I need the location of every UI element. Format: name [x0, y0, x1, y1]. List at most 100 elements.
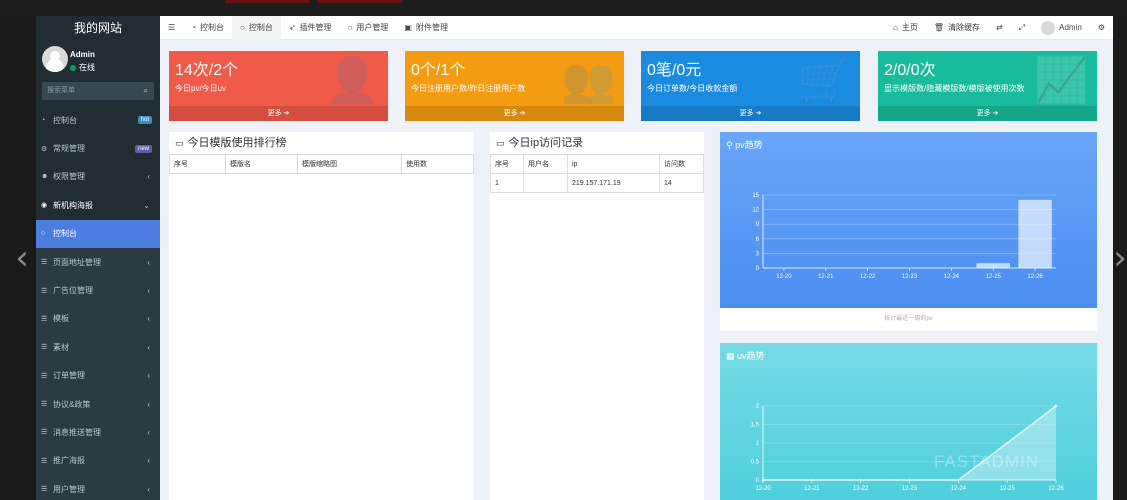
ip-log-panel: ▭ 今日ip访问记录 序号 用户名 ip 访问数 1 219.157.171.19…: [490, 132, 704, 500]
circle-icon: ○: [347, 23, 353, 32]
sidebar-item-poster[interactable]: ◉ 新机构海报 ⌄: [36, 191, 160, 219]
column-header: 访问数: [659, 154, 704, 174]
dashboard-icon: ◔: [41, 116, 46, 124]
home-icon: ⌂: [893, 23, 898, 32]
sidebar-item-auth[interactable]: ☻ 权限管理 ‹: [36, 163, 160, 191]
trash-icon: 🗑: [933, 23, 945, 32]
stat-templates: 📈 2/0/0次 显示模版数/隐藏模版数/模版被使用次数 更多 ➔: [878, 51, 1097, 121]
watermark: FASTADMIN: [934, 452, 1040, 471]
more-label: 更多: [267, 110, 282, 117]
dashboard-icon: ◔: [191, 23, 197, 32]
user-icon: 👤: [325, 56, 380, 105]
y-tick-label: 9: [756, 222, 760, 228]
chart-title: pv趋势: [735, 140, 763, 150]
stat-orders: 🛒 0笔/0元 今日订单数/今日收款金额 更多 ➔: [641, 51, 860, 121]
pv-chart-panel: 0 3 6 9 12 15 12-20 12-21 12-22 12-23 12-24 12-25 12…: [720, 132, 1097, 308]
language-icon[interactable]: ⇄: [988, 16, 1011, 40]
top-strip-tab: [225, 0, 309, 3]
stat-pv-uv: 👤 14次/2个 今日pv/今日uv 更多 ➔: [169, 51, 388, 121]
tab-label: 用户管理: [356, 23, 389, 32]
column-header: 使用数: [401, 154, 474, 174]
sidebar-item-dashboard[interactable]: ◔ 控制台 hot: [36, 106, 160, 134]
clear-cache-button[interactable]: 🗑 清除缓存: [926, 16, 988, 40]
area-chart-icon: 📈: [1034, 56, 1089, 105]
column-header: 模版名: [225, 154, 298, 174]
sidebar-item-policy[interactable]: ☰ 协议&政策 ‹: [36, 389, 160, 419]
sidebar-item-console[interactable]: ○ 控制台: [36, 219, 160, 248]
tab-label: 控制台: [248, 23, 273, 32]
sidebar-item-label: 协议&政策: [53, 399, 91, 409]
online-dot-icon: [70, 64, 76, 71]
sidebar-item-promo-poster[interactable]: ☰ 推广海报 ‹: [36, 446, 160, 476]
stat-value: 14次/2个: [175, 62, 239, 79]
circle-icon: ○: [240, 23, 245, 32]
x-tick-label: 12-25: [986, 274, 1002, 280]
group-icon: ☻: [41, 173, 49, 181]
menu-toggle-icon[interactable]: ☰: [160, 16, 183, 40]
sidebar-item-push[interactable]: ☰ 消息推送管理 ‹: [36, 418, 160, 447]
sidebar-item-material[interactable]: ☰ 素材 ‹: [36, 333, 160, 362]
chevron-left-icon: ‹: [147, 427, 150, 437]
sidebar-item-ad-slot[interactable]: ☰ 广告位管理 ‹: [36, 276, 160, 305]
globe-icon: ◉: [41, 202, 48, 210]
home-link[interactable]: ⌂ 主页: [885, 16, 926, 40]
tab-dashboard[interactable]: ◔ 控制台: [183, 16, 232, 40]
template-rank-panel: ▭ 今日模版使用排行榜 序号 模版名 模版缩略图 使用数: [169, 132, 474, 500]
sidebar-item-page-url[interactable]: ☰ 页面地址管理 ‹: [36, 247, 160, 277]
table-cell: 219.157.171.19: [567, 173, 660, 193]
ip-log-table: 序号 用户名 ip 访问数 1 219.157.171.19 14: [490, 154, 704, 193]
user-panel: Admin 在线: [36, 40, 160, 80]
sidebar-item-users[interactable]: ☰ 用户管理 ‹: [36, 475, 160, 500]
inbox-icon: ▭: [175, 138, 184, 148]
stat-more-link[interactable]: 更多 ➔: [878, 106, 1097, 121]
list-icon: ☰: [41, 486, 48, 494]
x-tick-label: 12-20: [776, 274, 792, 280]
search-icon[interactable]: ⌕: [144, 82, 148, 100]
sidebar: 我的网站 Admin 在线 搜索菜单 ⌕ ◔ 控制台 hot ⚙ 常规管理 new ☻ 权…: [36, 16, 160, 500]
settings-gear-icon[interactable]: ⚙: [1090, 16, 1113, 40]
table-row: 1 219.157.171.19 14: [490, 173, 704, 193]
column-header: 序号: [169, 154, 226, 174]
table-cell: 1: [490, 173, 524, 193]
top-strip-tab: [318, 0, 402, 3]
chevron-left-icon: ‹: [147, 172, 150, 182]
stat-more-link[interactable]: 更多 ➔: [641, 106, 860, 121]
prev-arrow-icon[interactable]: ‹: [10, 240, 34, 276]
data-point: [859, 478, 862, 482]
rocket-icon: ➶: [288, 23, 296, 32]
template-rank-table: 序号 模版名 模版缩略图 使用数: [169, 154, 474, 174]
list-icon: ☰: [41, 457, 48, 465]
x-tick-label: 12-23: [902, 274, 918, 280]
menu-search-input[interactable]: 搜索菜单 ⌕: [42, 82, 154, 100]
tab-label: 插件管理: [299, 23, 332, 32]
y-tick-label: 0: [756, 266, 760, 272]
fullscreen-icon[interactable]: ⤢: [1011, 16, 1033, 40]
sidebar-item-general[interactable]: ⚙ 常规管理 new: [36, 134, 160, 162]
y-tick-label: 12: [752, 208, 759, 214]
tab-plugins[interactable]: ➶ 插件管理: [281, 16, 340, 40]
stat-desc: 今日订单数/今日收款金额: [647, 84, 738, 93]
x-tick-label: 12-20: [755, 486, 771, 492]
x-tick-label: 12-23: [902, 486, 918, 492]
inbox-icon: ▭: [496, 138, 505, 148]
tab-console[interactable]: ○ 控制台: [232, 16, 281, 40]
tab-attachments[interactable]: ▣ 附件管理: [396, 16, 456, 40]
site-logo[interactable]: 我的网站: [36, 16, 160, 40]
search-placeholder: 搜索菜单: [47, 87, 75, 94]
data-point: [761, 478, 765, 482]
tab-users[interactable]: ○ 用户管理: [340, 16, 397, 40]
sidebar-item-label: 模板: [53, 314, 69, 324]
user-menu[interactable]: Admin: [1033, 16, 1090, 40]
sidebar-item-orders[interactable]: ☰ 订单管理 ‹: [36, 361, 160, 390]
column-header: 模版缩略图: [297, 154, 402, 174]
admin-window: 我的网站 Admin 在线 搜索菜单 ⌕ ◔ 控制台 hot ⚙ 常规管理 new ☻ 权…: [36, 16, 1113, 500]
stat-more-link[interactable]: 更多 ➔: [169, 106, 388, 121]
sidebar-item-label: 用户管理: [53, 484, 85, 494]
column-header: 序号: [490, 154, 524, 174]
y-tick-label: 15: [752, 193, 759, 199]
sidebar-item-template[interactable]: ☰ 模板 ‹: [36, 304, 160, 334]
list-icon: ☰: [41, 429, 48, 437]
stat-desc: 今日pv/今日uv: [175, 84, 227, 93]
admin-label: Admin: [1059, 23, 1082, 32]
stat-more-link[interactable]: 更多 ➔: [405, 106, 624, 121]
